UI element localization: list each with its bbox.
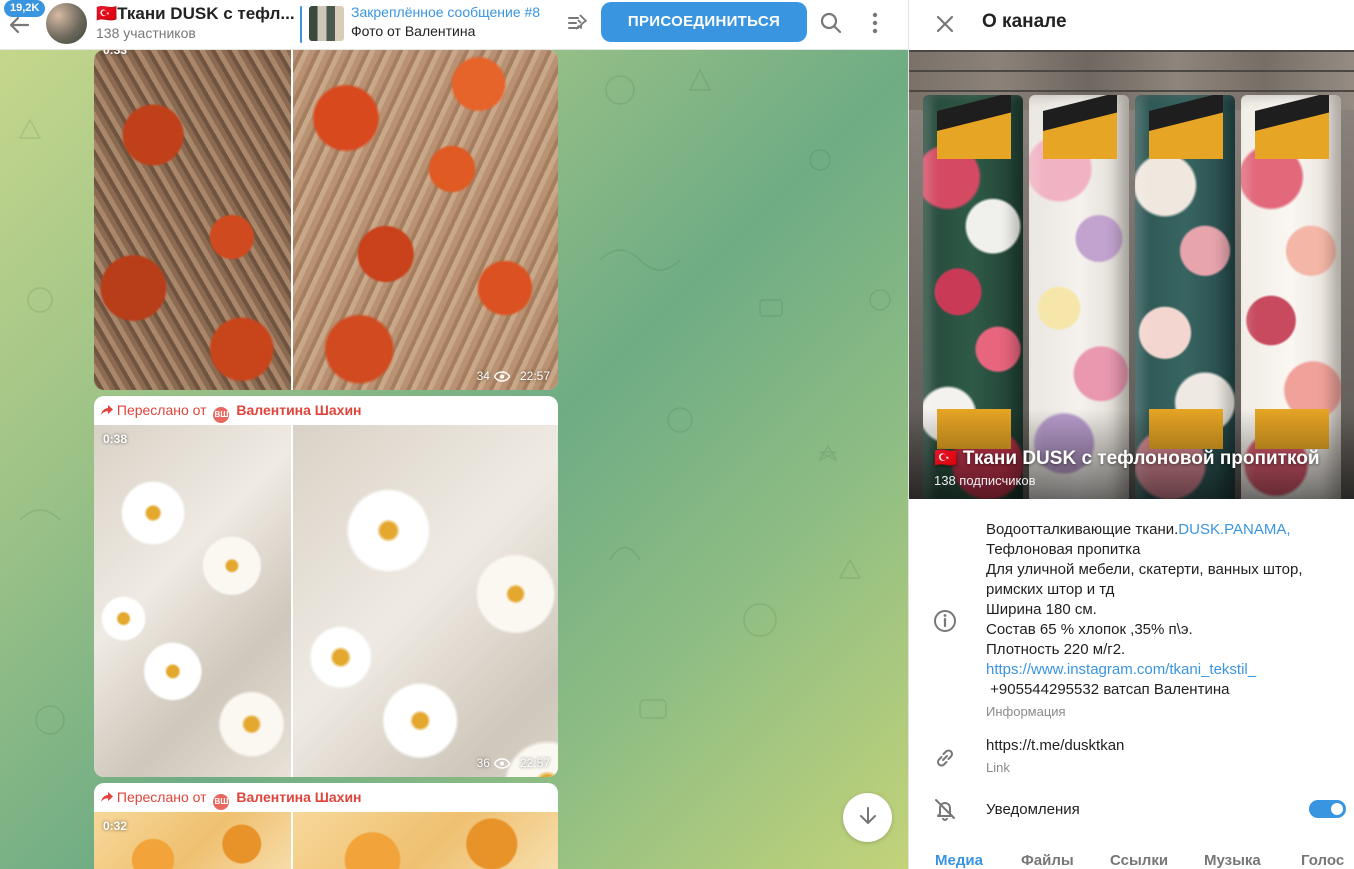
video-thumbnail[interactable]: 0:38: [94, 425, 291, 777]
chat-area: 0:33 34 22:57 Переслано от ВШ Валентина …: [0, 0, 908, 869]
views-count: 36: [476, 756, 490, 770]
channel-info-panel: О канале 🇹🇷 Ткани DUSK с тефлоновой проп…: [908, 0, 1354, 869]
chat-header: 19,2K 🇹🇷Ткани DUSK с тефл... 138 участни…: [0, 0, 908, 50]
tab-links[interactable]: Ссылки: [1110, 852, 1168, 869]
arrow-down-icon: [859, 807, 876, 824]
subscriber-count: 138 подписчиков: [934, 473, 1036, 488]
forwarded-avatar: ВШ: [213, 794, 230, 810]
video-duration: 0:38: [103, 432, 128, 446]
join-channel-button[interactable]: ПРИСОЕДИНИТЬСЯ: [601, 2, 807, 42]
chat-title[interactable]: 🇹🇷Ткани DUSK с тефл...: [96, 4, 298, 24]
pinned-thumbnail[interactable]: [309, 6, 344, 41]
message-time: 22:57: [519, 756, 550, 770]
channel-description: Водоотталкивающие ткани.DUSK.PANAMA, Теф…: [986, 520, 1346, 722]
tab-media[interactable]: Медиа: [935, 852, 983, 869]
views-count: 34: [476, 369, 490, 383]
pinned-message-text[interactable]: Фото от Валентина: [351, 23, 475, 39]
eye-icon: [493, 757, 510, 769]
video-thumbnail[interactable]: 34 22:57: [293, 50, 558, 390]
message-meta: 34 22:57: [477, 369, 550, 383]
forwarded-prefix: Переслано от: [116, 402, 207, 418]
message-time: 22:57: [519, 369, 550, 383]
instagram-link[interactable]: https://www.instagram.com/tkani_tekstil_: [986, 660, 1346, 680]
search-icon[interactable]: [816, 8, 846, 38]
channel-name: 🇹🇷 Ткани DUSK с тефлоновой пропиткой: [934, 448, 1320, 469]
video-thumbnail[interactable]: [293, 812, 558, 869]
notifications-label: Уведомления: [986, 801, 1080, 818]
tab-voice[interactable]: Голос: [1301, 852, 1344, 869]
message-meta: 36 22:57: [477, 756, 550, 770]
description-link[interactable]: DUSK.PANAMA,: [1178, 521, 1290, 538]
chat-members-count: 138 участников: [96, 25, 196, 41]
channel-link-block[interactable]: https://t.me/dusktkan Link: [986, 736, 1346, 778]
forwarded-header[interactable]: Переслано от ВШ Валентина Шахин: [94, 783, 558, 812]
video-thumbnail[interactable]: 0:33: [94, 50, 291, 390]
close-icon[interactable]: [929, 8, 961, 40]
bell-off-icon: [935, 799, 955, 821]
unread-badge: 19,2K: [4, 0, 46, 17]
forward-arrow-icon: [101, 792, 113, 802]
pinned-message-title[interactable]: Закреплённое сообщение #8: [351, 4, 540, 20]
link-caption: Link: [986, 760, 1010, 775]
forwarded-sender-name[interactable]: Валентина Шахин: [236, 402, 361, 418]
description-line: Плотность 220 м/г2.: [986, 641, 1126, 658]
description-line: римских штор и тд: [986, 581, 1115, 598]
video-thumbnail[interactable]: 36 22:57: [293, 425, 558, 777]
channel-link[interactable]: https://t.me/dusktkan: [986, 736, 1346, 756]
tab-music[interactable]: Музыка: [1204, 852, 1261, 869]
pinned-indicator: [300, 6, 302, 43]
forwarded-sender-name[interactable]: Валентина Шахин: [236, 789, 361, 805]
scroll-to-bottom-button[interactable]: [843, 793, 892, 842]
description-line: Ширина 180 см.: [986, 601, 1097, 618]
eye-icon: [493, 370, 510, 382]
notifications-toggle[interactable]: [1309, 800, 1346, 818]
description-caption: Информация: [986, 704, 1066, 719]
video-duration: 0:33: [103, 50, 128, 57]
video-thumbnail[interactable]: 0:32: [94, 812, 291, 869]
pinned-list-icon[interactable]: [563, 9, 591, 37]
forwarded-header[interactable]: Переслано от ВШ Валентина Шахин: [94, 396, 558, 425]
description-line: Тефлоновая пропитка: [986, 541, 1141, 558]
chat-avatar[interactable]: [46, 3, 87, 44]
description-line: Для уличной мебели, скатерти, ванных што…: [986, 561, 1303, 578]
description-line: Водоотталкивающие ткани.: [986, 521, 1179, 538]
forwarded-prefix: Переслано от: [116, 789, 207, 805]
forward-arrow-icon: [101, 405, 113, 415]
description-line: Состав 65 % хлопок ,35% п\э.: [986, 621, 1193, 638]
info-header: О канале: [909, 0, 1354, 50]
more-options-icon[interactable]: [860, 8, 890, 38]
video-duration: 0:32: [103, 819, 128, 833]
info-icon: [934, 610, 956, 632]
message-media-album[interactable]: Переслано от ВШ Валентина Шахин 0:38 36 …: [94, 396, 558, 777]
forwarded-avatar: ВШ: [213, 407, 230, 423]
media-tabs: Медиа Файлы Ссылки Музыка Голос: [909, 852, 1354, 869]
link-icon: [936, 749, 954, 767]
info-panel-title: О канале: [982, 11, 1067, 32]
tab-files[interactable]: Файлы: [1021, 852, 1074, 869]
message-media-album[interactable]: Переслано от ВШ Валентина Шахин 0:32: [94, 783, 558, 869]
description-line: +905544295532 ватсап Валентина: [986, 681, 1230, 698]
channel-cover-image[interactable]: 🇹🇷 Ткани DUSK с тефлоновой пропиткой 138…: [909, 50, 1354, 499]
message-media-album[interactable]: 0:33 34 22:57: [94, 50, 558, 390]
